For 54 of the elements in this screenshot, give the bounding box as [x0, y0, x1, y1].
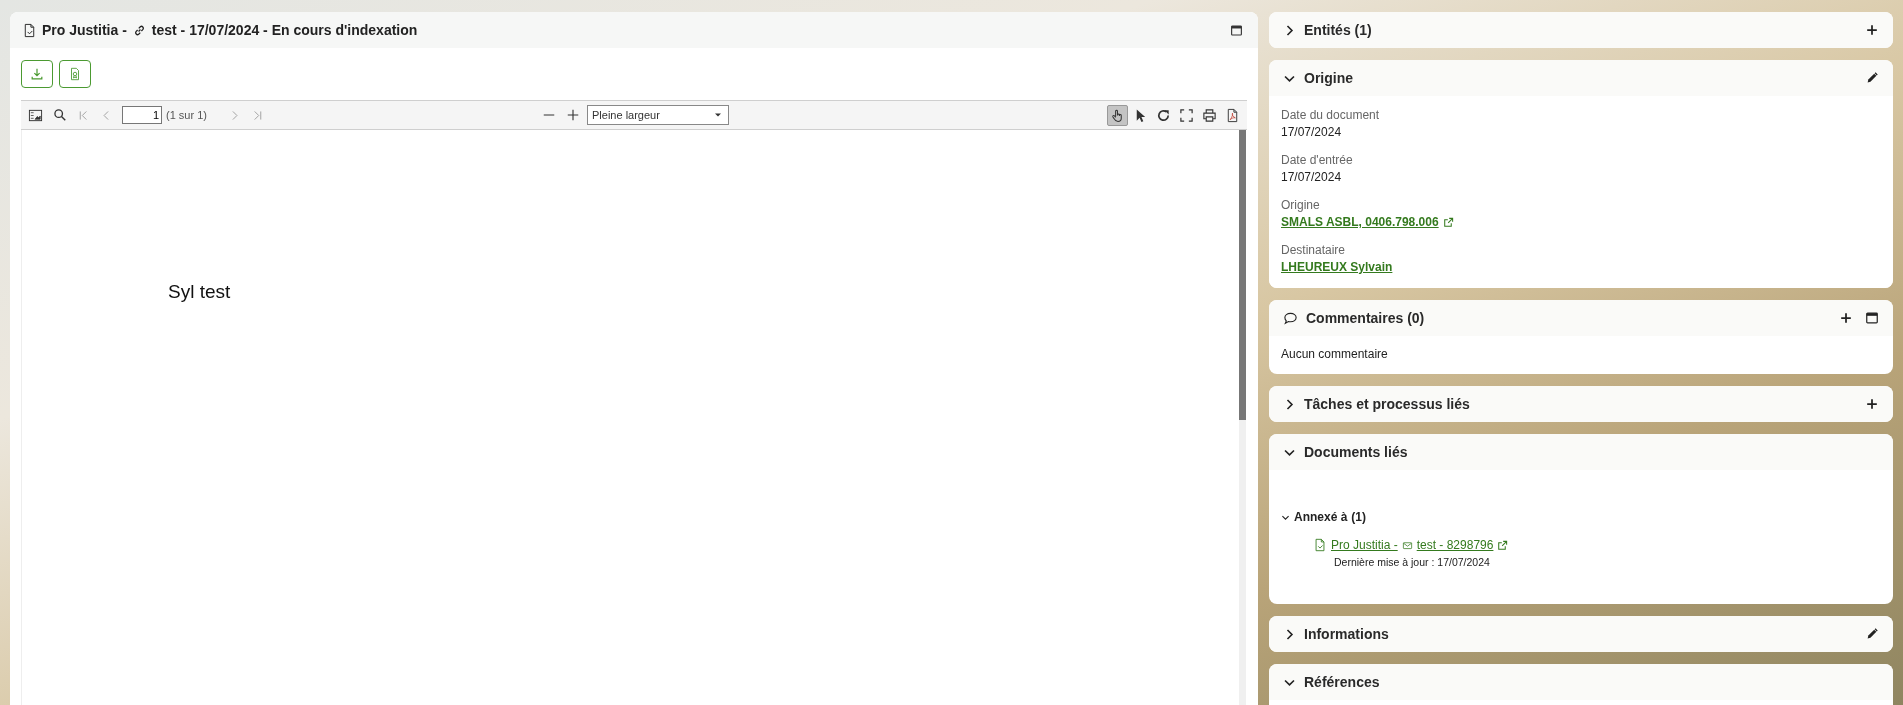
field-link[interactable]: SMALS ASBL, 0406.798.006 [1281, 214, 1439, 231]
maximize-button[interactable] [1863, 311, 1881, 325]
group-title: Annexé à [1294, 510, 1348, 524]
document-title: test - 17/07/2024 - En cours d'indexation [151, 22, 418, 38]
image-icon [28, 107, 43, 123]
add-icon [1839, 311, 1853, 325]
comment-icon [1283, 310, 1298, 326]
envelope-icon [1401, 539, 1413, 551]
empty-message: Aucun commentaire [1281, 347, 1388, 361]
print-icon [1202, 107, 1217, 123]
section-title: Informations [1304, 626, 1389, 642]
rotate-icon [1156, 107, 1171, 123]
document-icon [1313, 538, 1327, 552]
zoom-dropdown[interactable]: Pleine largeur [587, 105, 729, 125]
maximize-icon [1230, 23, 1243, 37]
field-value: 17/07/2024 [1281, 124, 1342, 141]
document-button[interactable] [59, 60, 91, 88]
scrollbar[interactable] [1239, 130, 1246, 705]
field-value: 17/07/2024 [1281, 169, 1342, 186]
plus-icon [566, 108, 580, 122]
field-label: Date d'entrée [1281, 152, 1354, 169]
add-icon [1865, 23, 1879, 37]
certificate-icon [68, 67, 82, 81]
search-icon [53, 108, 67, 122]
download-button[interactable] [21, 60, 53, 88]
fullscreen-icon [1179, 107, 1194, 123]
field-label: Date du document [1281, 107, 1381, 124]
edit-icon [1865, 71, 1879, 85]
page-count: (1 sur 1) [166, 109, 207, 121]
document-icon [22, 22, 37, 38]
add-icon [1865, 397, 1879, 411]
last-updated-text: Dernière mise à jour : 17/07/2024 [1334, 556, 1491, 568]
external-link-icon[interactable] [1497, 539, 1509, 551]
document-title: Pro Justitia - [42, 22, 127, 38]
external-link-icon[interactable] [1442, 217, 1454, 228]
group-count: (1) [1351, 510, 1367, 524]
section-title: Tâches et processus liés [1304, 396, 1470, 412]
pdf-file-icon [1225, 107, 1240, 123]
section-title: Commentaires (0) [1306, 310, 1425, 326]
hand-icon [1110, 107, 1125, 123]
field-label: Origine [1281, 197, 1321, 214]
maximize-icon [1865, 311, 1879, 325]
download-icon [30, 67, 44, 81]
section-title: Documents liés [1304, 444, 1408, 460]
field-link[interactable]: LHEUREUX Sylvain [1281, 259, 1393, 276]
field-label: Destinataire [1281, 242, 1347, 259]
section-title: Origine [1304, 70, 1353, 86]
hand-tool-button[interactable] [1107, 104, 1128, 126]
section-title: Entités (1) [1304, 22, 1372, 38]
linked-document-link[interactable]: Pro Justitia - test - 8298796 [1331, 538, 1494, 552]
section-title: Références [1304, 674, 1380, 690]
page-number-field[interactable]: 1 [122, 106, 162, 124]
edit-icon [1865, 627, 1879, 641]
page-text: Syl test [168, 281, 231, 303]
